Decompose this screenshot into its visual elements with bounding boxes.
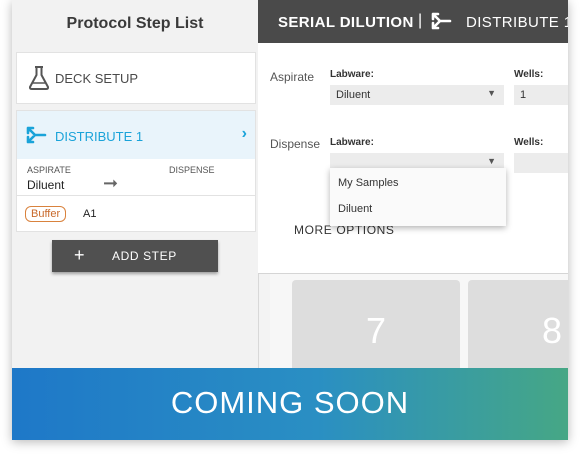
protocol-title: SERIAL DILUTION xyxy=(278,14,414,31)
deck-slot-number: 8 xyxy=(541,310,563,351)
aspirate-section-label: Aspirate xyxy=(270,70,315,84)
step-card-header[interactable]: DISTRIBUTE 1 › xyxy=(17,111,255,159)
dispense-labware-label: Labware: xyxy=(330,137,374,148)
ingredient-badge: Buffer xyxy=(25,206,67,222)
dropdown-option-diluent[interactable]: Diluent xyxy=(338,203,372,215)
aspirate-labware-select[interactable]: Diluent ▼ xyxy=(330,85,504,105)
add-step-label: ADD STEP xyxy=(112,249,177,263)
flask-icon xyxy=(28,66,50,90)
caret-down-icon: ▼ xyxy=(487,88,496,98)
aspirate-wells-label: Wells: xyxy=(514,69,544,80)
top-header: SERIAL DILUTION | DISTRIBUTE 1 xyxy=(258,0,568,43)
step-title: DISTRIBUTE 1 xyxy=(55,129,144,144)
deck-setup-item[interactable]: DECK SETUP xyxy=(16,52,256,104)
right-arrow-icon: ➞ xyxy=(103,173,119,193)
banner-text: COMING SOON xyxy=(170,385,410,420)
aspirate-source: Diluent xyxy=(27,178,65,192)
dispense-heading: DISPENSE xyxy=(169,165,215,175)
coming-soon-banner: COMING SOON xyxy=(12,368,568,440)
caret-down-icon: ▼ xyxy=(487,156,496,166)
aspirate-wells-value: 1 xyxy=(520,89,527,101)
step-card-distribute[interactable]: DISTRIBUTE 1 › ASPIRATE DISPENSE Diluent… xyxy=(16,110,256,232)
aspirate-labware-label: Labware: xyxy=(330,69,374,80)
app-window: Protocol Step List DECK SETUP DISTRIBUTE… xyxy=(12,0,568,440)
well-label: A1 xyxy=(83,208,97,220)
current-step-title: DISTRIBUTE 1 xyxy=(466,14,568,31)
chevron-right-icon[interactable]: › xyxy=(242,125,247,143)
protocol-step-list-panel: Protocol Step List DECK SETUP DISTRIBUTE… xyxy=(12,0,259,368)
dispense-wells-label: Wells: xyxy=(514,137,544,148)
labware-dropdown-menu: My Samples Diluent xyxy=(330,168,506,226)
deck-slot-number: 7 xyxy=(365,310,387,351)
sidebar-title: Protocol Step List xyxy=(66,15,204,32)
distribute-icon xyxy=(26,126,47,144)
divider xyxy=(17,195,255,196)
deck-setup-label: DECK SETUP xyxy=(55,71,139,86)
deck-map: 7 8 xyxy=(270,274,568,380)
aspirate-heading: ASPIRATE xyxy=(27,165,71,175)
step-form: Aspirate Labware: Diluent ▼ Wells: 1 Dis… xyxy=(258,43,568,274)
plus-icon: + xyxy=(74,245,85,265)
aspirate-wells-input[interactable]: 1 xyxy=(514,85,568,105)
aspirate-labware-value: Diluent xyxy=(336,89,371,101)
dispense-section-label: Dispense xyxy=(270,137,321,151)
dropdown-option-my-samples[interactable]: My Samples xyxy=(338,177,399,189)
header-separator: | xyxy=(418,12,423,29)
deck-slot-8[interactable]: 8 xyxy=(468,280,568,380)
dispense-wells-input[interactable] xyxy=(514,153,568,173)
deck-slot-7[interactable]: 7 xyxy=(292,280,460,380)
add-step-button[interactable]: + ADD STEP xyxy=(52,240,218,272)
distribute-icon xyxy=(431,12,452,30)
